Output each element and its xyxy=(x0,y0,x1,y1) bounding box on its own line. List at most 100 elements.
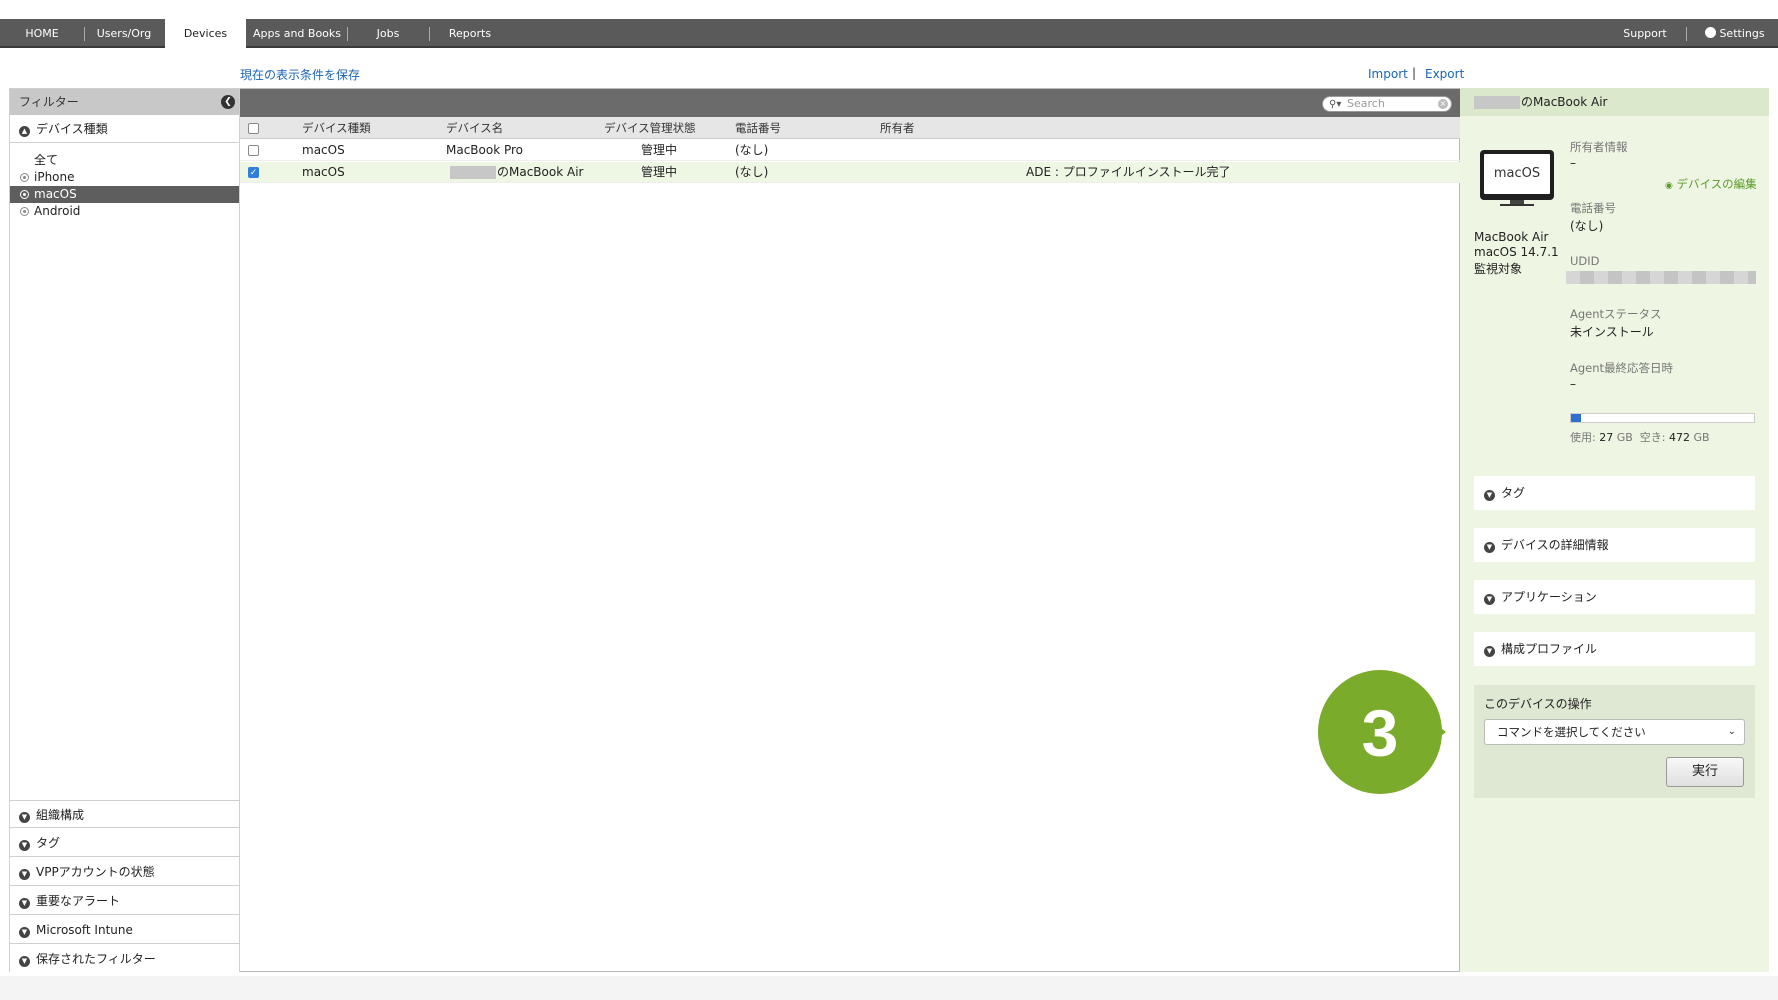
tab-devices[interactable]: Devices xyxy=(165,19,246,50)
chevron-down-icon: ▼ xyxy=(19,869,30,880)
column-header[interactable]: デバイス管理状態 xyxy=(604,117,696,139)
owner-label: 所有者情報 xyxy=(1570,140,1628,154)
device-model: MacBook Air xyxy=(1474,230,1549,244)
import-link[interactable]: Import xyxy=(1368,67,1408,81)
tab-jobs[interactable]: Jobs xyxy=(348,19,428,48)
chevron-down-icon: ▼ xyxy=(1484,646,1495,657)
ops-title: このデバイスの操作 xyxy=(1484,697,1592,711)
filter-sidebar: フィルター ❮ ▲ デバイス種類 全て iPhone macOS Android … xyxy=(9,88,240,973)
bottom-strip xyxy=(0,976,1778,1000)
filter-item-label: iPhone xyxy=(34,170,75,184)
filter-item-macos[interactable]: macOS xyxy=(10,186,239,203)
select-all-checkbox[interactable] xyxy=(248,123,259,134)
chevron-down-icon: ▼ xyxy=(19,927,30,938)
command-select[interactable]: コマンドを選択してください ⌄ xyxy=(1484,719,1745,745)
tab-reports[interactable]: Reports xyxy=(430,19,510,48)
search-icon: ⚲▾ xyxy=(1329,99,1342,110)
device-os-label: macOS xyxy=(1484,154,1550,194)
row-checkbox[interactable]: ✓ xyxy=(248,167,259,178)
filter-item-label: macOS xyxy=(34,187,77,201)
section-vpp[interactable]: ▼ VPPアカウントの状態 xyxy=(10,858,239,886)
storage-bar-fill xyxy=(1571,414,1581,422)
accordion-profiles[interactable]: ▼ 構成プロファイル xyxy=(1474,632,1755,666)
cell-phone: (なし) xyxy=(735,165,769,179)
filter-item-android[interactable]: Android xyxy=(10,203,239,220)
agent-status-label: Agentステータス xyxy=(1570,307,1662,321)
tab-users-org[interactable]: Users/Org xyxy=(85,19,163,48)
section-org[interactable]: ▼ 組織構成 xyxy=(10,800,239,828)
export-link[interactable]: Export xyxy=(1425,67,1464,81)
chevron-down-icon: ▼ xyxy=(1484,594,1495,605)
accordion-tag[interactable]: ▼ タグ xyxy=(1474,476,1755,510)
device-operations: このデバイスの操作 コマンドを選択してください ⌄ 実行 xyxy=(1474,685,1755,798)
supervised-label: 監視対象 xyxy=(1474,262,1523,276)
settings-label: Settings xyxy=(1719,27,1765,40)
filter-all[interactable]: 全て xyxy=(10,152,239,169)
udid-redacted xyxy=(1566,271,1756,284)
chevron-down-icon: ⌄ xyxy=(1727,726,1736,737)
detail-header: のMacBook Air xyxy=(1460,88,1769,116)
search-input[interactable]: ⚲▾ Search × xyxy=(1322,96,1452,112)
search-placeholder: Search xyxy=(1347,97,1385,110)
link-divider: | xyxy=(1412,66,1417,80)
save-view-link[interactable]: 現在の表示条件を保存 xyxy=(240,66,360,83)
tab-apps-and-books[interactable]: Apps and Books xyxy=(247,19,347,48)
filter-title: フィルター xyxy=(19,95,79,109)
column-header[interactable]: デバイス名 xyxy=(446,117,503,139)
redacted-block xyxy=(450,166,496,179)
cell-name: MacBook Pro xyxy=(446,143,524,157)
accordion-label: タグ xyxy=(1501,486,1526,500)
run-button[interactable]: 実行 xyxy=(1666,757,1744,787)
chevron-down-icon: ▼ xyxy=(19,840,30,851)
accordion-label: デバイスの詳細情報 xyxy=(1501,538,1609,552)
table-row[interactable]: ✓ macOS のMacBook Air 管理中 (なし) ADE : プロファ… xyxy=(240,162,1460,183)
clear-icon[interactable]: × xyxy=(1438,99,1448,109)
table-toolbar: ⚲▾ Search × xyxy=(240,89,1460,117)
device-os-version: macOS 14.7.1 xyxy=(1474,245,1559,259)
storage-used-value: 27 xyxy=(1599,431,1614,444)
storage-used-label: 使用: xyxy=(1570,431,1596,444)
filter-item-iphone[interactable]: iPhone xyxy=(10,169,239,186)
section-tag[interactable]: ▼ タグ xyxy=(10,829,239,857)
chevron-up-icon: ▲ xyxy=(19,126,30,137)
edit-device-link[interactable]: ◉ デバイスの編集 xyxy=(1665,176,1757,192)
section-intune[interactable]: ▼ Microsoft Intune xyxy=(10,916,239,944)
accordion-label: 構成プロファイル xyxy=(1501,642,1598,656)
accordion-device-details[interactable]: ▼ デバイスの詳細情報 xyxy=(1474,528,1755,562)
gear-icon xyxy=(1705,27,1717,38)
tab-home[interactable]: HOME xyxy=(0,19,84,48)
chevron-left-icon[interactable]: ❮ xyxy=(221,95,235,109)
accordion-label: アプリケーション xyxy=(1501,590,1597,604)
column-header[interactable]: 電話番号 xyxy=(735,117,781,139)
filter-item-label: Android xyxy=(34,204,81,218)
storage-unit: GB xyxy=(1616,431,1633,444)
accordion-applications[interactable]: ▼ アプリケーション xyxy=(1474,580,1755,614)
table-row[interactable]: macOS MacBook Pro 管理中 (なし) xyxy=(240,140,1460,161)
cell-phone: (なし) xyxy=(735,143,769,157)
section-saved-filters[interactable]: ▼ 保存されたフィルター xyxy=(10,945,239,973)
chevron-down-icon: ▼ xyxy=(19,956,30,967)
cell-name-text: のMacBook Air xyxy=(497,165,584,179)
section-device-type[interactable]: ▲ デバイス種類 xyxy=(10,115,239,143)
chevron-down-icon: ▼ xyxy=(1484,490,1495,501)
row-checkbox[interactable] xyxy=(248,145,259,156)
storage-unit: GB xyxy=(1693,431,1710,444)
cell-type: macOS xyxy=(302,165,345,179)
redacted-block xyxy=(1474,96,1520,109)
cell-status: 管理中 xyxy=(641,165,678,179)
chevron-down-icon: ▼ xyxy=(19,898,30,909)
device-table: ⚲▾ Search × デバイス種類 デバイス名 デバイス管理状態 電話番号 所… xyxy=(240,88,1460,972)
section-label: 保存されたフィルター xyxy=(36,952,156,966)
step-callout: 3 xyxy=(1318,670,1446,794)
support-link[interactable]: Support xyxy=(1610,19,1680,48)
column-header[interactable]: デバイス種類 xyxy=(302,117,371,139)
nav-separator xyxy=(1686,27,1687,41)
section-label: Microsoft Intune xyxy=(36,923,133,937)
section-label: タグ xyxy=(36,836,61,850)
section-alerts[interactable]: ▼ 重要なアラート xyxy=(10,887,239,915)
section-label: デバイス種類 xyxy=(36,122,108,136)
column-header[interactable]: 所有者 xyxy=(880,117,915,139)
radio-icon xyxy=(20,207,29,216)
settings-link[interactable]: Settings xyxy=(1692,19,1778,48)
detail-title: のMacBook Air xyxy=(1521,95,1608,109)
